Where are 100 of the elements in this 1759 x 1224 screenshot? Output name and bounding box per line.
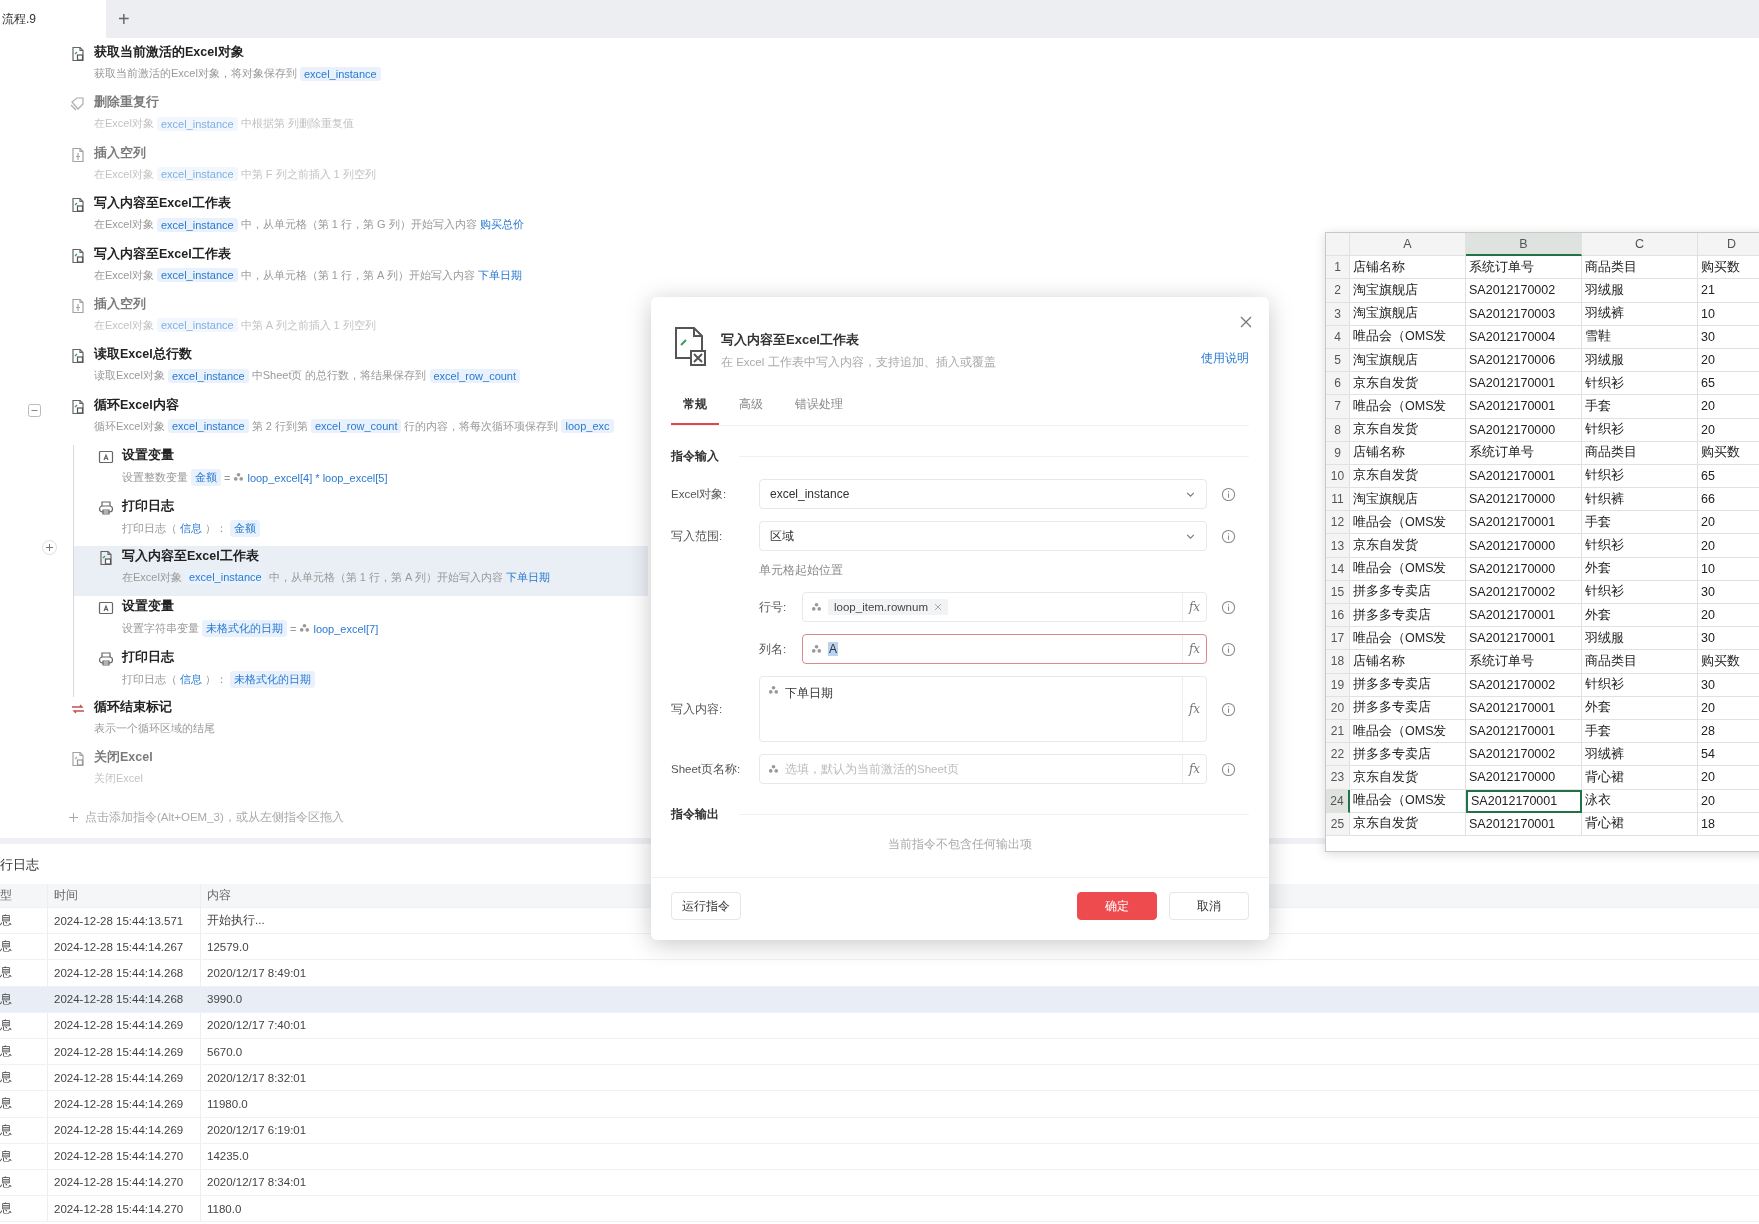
table-cell[interactable]: 30: [1698, 580, 1759, 604]
table-cell[interactable]: 京东自发货: [1350, 464, 1466, 489]
table-cell[interactable]: SA2012170002: [1466, 279, 1582, 303]
add-step-icon[interactable]: [42, 539, 57, 555]
table-cell[interactable]: 20: [1698, 789, 1759, 813]
row-number[interactable]: 19: [1326, 673, 1350, 697]
table-cell[interactable]: SA2012170002: [1466, 743, 1582, 767]
row-number[interactable]: 24: [1326, 789, 1350, 813]
log-row[interactable]: 息 2024-12-28 15:44:14.269 5670.0: [0, 1038, 1759, 1066]
row-number[interactable]: 8: [1326, 418, 1350, 442]
help-link[interactable]: 使用说明: [1201, 351, 1249, 366]
table-cell[interactable]: 羽绒服: [1582, 348, 1698, 373]
flow-step[interactable]: 打印日志 打印日志（ 信息 ）： 未格式化的日期: [74, 646, 648, 698]
table-cell[interactable]: 京东自发货: [1350, 418, 1466, 442]
input-field[interactable]: loop_item.rownum fx: [802, 592, 1207, 622]
info-icon[interactable]: [1220, 761, 1236, 777]
log-row[interactable]: 息 2024-12-28 15:44:14.270 2020/12/17 8:34:01: [0, 1169, 1759, 1197]
table-cell[interactable]: SA2012170001: [1466, 604, 1582, 628]
row-number[interactable]: 21: [1326, 719, 1350, 744]
flow-step[interactable]: 设置变量 设置字符串变量 未格式化的日期 = loop_excel[7]: [74, 596, 648, 647]
table-cell[interactable]: 外套: [1582, 557, 1698, 581]
table-cell[interactable]: 手套: [1582, 511, 1698, 535]
table-cell[interactable]: 针织裤: [1582, 488, 1698, 512]
table-cell[interactable]: 羽绒服: [1582, 279, 1698, 303]
table-cell[interactable]: 系统订单号: [1466, 441, 1582, 465]
table-cell[interactable]: 购买数: [1698, 650, 1759, 674]
row-number[interactable]: 22: [1326, 743, 1350, 767]
row-number[interactable]: 13: [1326, 534, 1350, 558]
table-cell[interactable]: SA2012170000: [1466, 418, 1582, 442]
row-number[interactable]: 1: [1326, 256, 1350, 280]
table-cell[interactable]: 65: [1698, 464, 1759, 489]
table-cell[interactable]: 20: [1698, 511, 1759, 535]
table-cell[interactable]: 淘宝旗舰店: [1350, 279, 1466, 303]
row-number[interactable]: 20: [1326, 696, 1350, 720]
table-cell[interactable]: 拼多多专卖店: [1350, 580, 1466, 604]
table-cell[interactable]: 针织衫: [1582, 418, 1698, 442]
table-cell[interactable]: 京东自发货: [1350, 534, 1466, 558]
log-row[interactable]: 息 2024-12-28 15:44:14.270 14235.0: [0, 1143, 1759, 1170]
info-icon[interactable]: [1220, 599, 1236, 615]
table-cell[interactable]: 淘宝旗舰店: [1350, 348, 1466, 373]
table-cell[interactable]: 京东自发货: [1350, 372, 1466, 396]
input-field[interactable]: 选填，默认为当前激活的Sheet页 fx: [759, 754, 1207, 784]
table-cell[interactable]: SA2012170002: [1466, 580, 1582, 604]
table-cell[interactable]: 羽绒裤: [1582, 302, 1698, 326]
row-number[interactable]: 16: [1326, 604, 1350, 628]
column-header[interactable]: B: [1466, 233, 1582, 257]
row-number[interactable]: 11: [1326, 488, 1350, 512]
table-cell[interactable]: 针织衫: [1582, 580, 1698, 604]
dialog-tab[interactable]: 高级: [727, 390, 775, 425]
row-number[interactable]: 7: [1326, 395, 1350, 419]
row-number[interactable]: 2: [1326, 279, 1350, 303]
table-cell[interactable]: SA2012170001: [1466, 696, 1582, 720]
table-cell[interactable]: 手套: [1582, 395, 1698, 419]
variable-link[interactable]: 信息: [180, 671, 202, 687]
table-cell[interactable]: SA2012170001: [1466, 511, 1582, 535]
log-row[interactable]: 息 2024-12-28 15:44:14.268 2020/12/17 8:49:01: [0, 960, 1759, 987]
table-cell[interactable]: 拼多多专卖店: [1350, 673, 1466, 697]
table-cell[interactable]: 唯品会（OMS发: [1350, 395, 1466, 419]
table-cell[interactable]: 针织衫: [1582, 372, 1698, 396]
table-cell[interactable]: 唯品会（OMS发: [1350, 627, 1466, 651]
variable-link[interactable]: 信息: [180, 520, 202, 536]
log-row[interactable]: 息 2024-12-28 15:44:14.269 2020/12/17 6:19:01: [0, 1117, 1759, 1144]
table-cell[interactable]: 10: [1698, 302, 1759, 326]
flow-step[interactable]: 打印日志 打印日志（ 信息 ）： 金额: [74, 495, 648, 546]
table-cell[interactable]: 唯品会（OMS发: [1350, 325, 1466, 349]
cancel-button[interactable]: 取消: [1169, 892, 1249, 920]
formula-button[interactable]: fx: [1182, 635, 1206, 663]
table-cell[interactable]: SA2012170001: [1466, 395, 1582, 419]
table-cell[interactable]: SA2012170000: [1466, 557, 1582, 581]
table-cell[interactable]: 拼多多专卖店: [1350, 696, 1466, 720]
table-cell[interactable]: 商品类目: [1582, 256, 1698, 280]
table-cell[interactable]: SA2012170001: [1466, 812, 1582, 836]
table-cell[interactable]: 唯品会（OMS发: [1350, 719, 1466, 744]
variable-link[interactable]: 下单日期: [477, 267, 522, 283]
row-number[interactable]: 6: [1326, 372, 1350, 396]
flow-step[interactable]: 设置变量 设置整数变量 金额 = loop_excel[4] * loop_excel[5]: [74, 445, 648, 496]
table-cell[interactable]: 28: [1698, 719, 1759, 744]
table-cell[interactable]: 背心裙: [1582, 812, 1698, 836]
flow-tab[interactable]: 流程.9: [0, 0, 106, 38]
flow-step[interactable]: 读取Excel总行数 读取Excel对象 excel_instance 中Sheet页 的总行数，将结果保存到 excel_row_count: [0, 344, 648, 395]
column-header[interactable]: C: [1582, 233, 1698, 257]
row-number[interactable]: 3: [1326, 302, 1350, 326]
plus-icon[interactable]: [68, 811, 79, 823]
table-cell[interactable]: SA2012170001: [1466, 719, 1582, 744]
table-cell[interactable]: 店铺名称: [1350, 650, 1466, 674]
table-cell[interactable]: 20: [1698, 766, 1759, 790]
table-cell[interactable]: 淘宝旗舰店: [1350, 302, 1466, 326]
table-cell[interactable]: 唯品会（OMS发: [1350, 557, 1466, 581]
dialog-tab[interactable]: 错误处理: [783, 390, 855, 425]
log-row[interactable]: 息 2024-12-28 15:44:14.269 2020/12/17 8:32:01: [0, 1065, 1759, 1092]
table-cell[interactable]: 京东自发货: [1350, 766, 1466, 790]
table-cell[interactable]: 外套: [1582, 696, 1698, 720]
table-cell[interactable]: 拼多多专卖店: [1350, 743, 1466, 767]
table-cell[interactable]: 拼多多专卖店: [1350, 604, 1466, 628]
info-icon[interactable]: [1220, 486, 1236, 502]
input-field[interactable]: A fx: [802, 634, 1207, 664]
table-cell[interactable]: 20: [1698, 418, 1759, 442]
table-cell[interactable]: 羽绒服: [1582, 627, 1698, 651]
table-cell[interactable]: 30: [1698, 627, 1759, 651]
select-field[interactable]: 区域: [759, 521, 1207, 551]
